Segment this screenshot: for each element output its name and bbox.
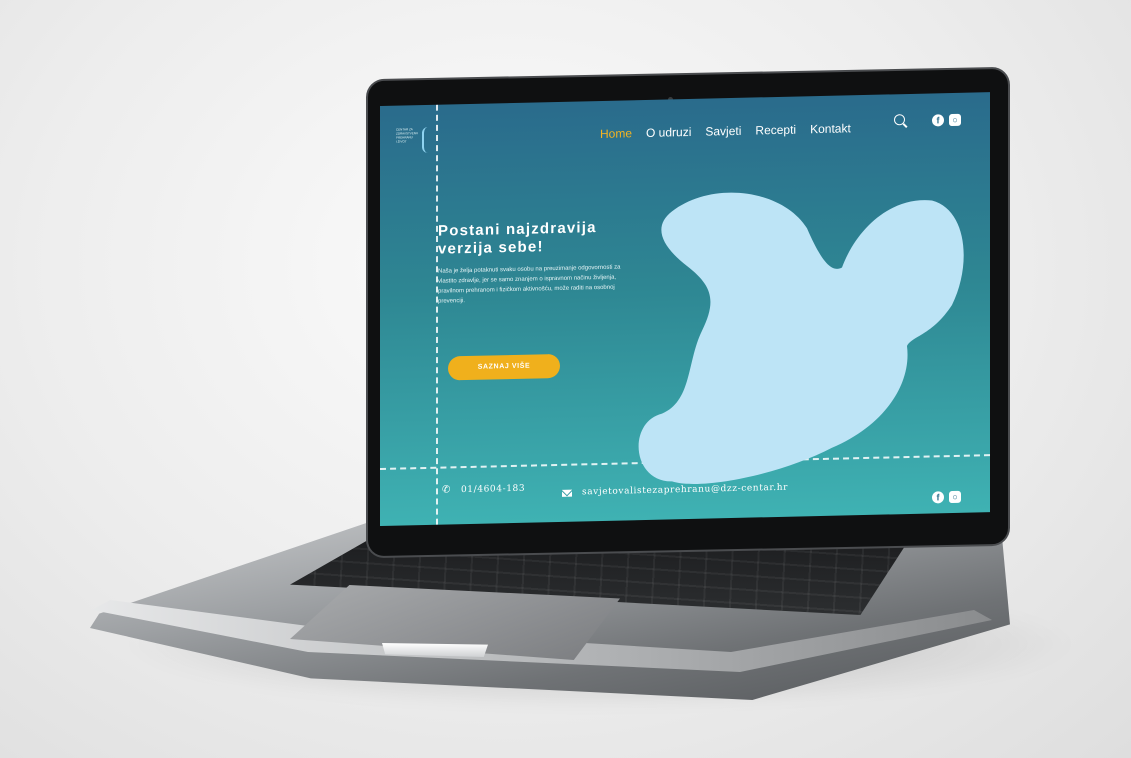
email-address: savjetovalistezaprehranu@dzz-centar.hr xyxy=(582,482,789,498)
search-icon[interactable] xyxy=(894,114,908,128)
footer-social: f ○ xyxy=(932,490,961,504)
phone-icon: ✆ xyxy=(442,484,451,496)
facebook-icon[interactable]: f xyxy=(932,491,944,504)
header-icons: f ○ xyxy=(894,113,961,129)
dashed-divider-vertical xyxy=(436,104,438,525)
nav-item-o-udruzi[interactable]: O udruzi xyxy=(646,125,691,140)
decorative-blob xyxy=(638,192,964,484)
website-screen: CENTAR ZA ZDRAVSTVENU PREHRANU I ŽIVOT H… xyxy=(380,92,990,526)
facebook-icon[interactable]: f xyxy=(932,114,944,127)
main-nav: Home O udruzi Savjeti Recepti Kontakt xyxy=(600,121,851,141)
hero-title: Postani najzdravija verzija sebe! xyxy=(438,218,638,259)
nav-item-kontakt[interactable]: Kontakt xyxy=(810,121,851,136)
hero-description: Naša je želja potaknuti svaku osobu na p… xyxy=(438,264,621,305)
blob-shape xyxy=(638,192,964,484)
logo-mark-icon xyxy=(422,126,432,154)
footer-email[interactable]: savjetovalistezaprehranu@dzz-centar.hr xyxy=(562,483,788,498)
hero-title-line-2: verzija sebe! xyxy=(438,238,544,258)
header-social: f ○ xyxy=(932,113,961,127)
phone-number: 01/4604-183 xyxy=(460,483,526,495)
nav-item-recepti[interactable]: Recepti xyxy=(755,123,796,138)
instagram-icon[interactable]: ○ xyxy=(949,113,961,127)
nav-item-home[interactable]: Home xyxy=(600,126,632,141)
nav-item-savjeti[interactable]: Savjeti xyxy=(705,124,741,139)
saznaj-vise-button[interactable]: SAZNAJ VIŠE xyxy=(448,353,560,381)
footer-phone[interactable]: ✆ 01/4604-183 xyxy=(442,483,526,496)
mail-icon xyxy=(562,489,572,497)
instagram-icon[interactable]: ○ xyxy=(949,490,961,504)
site-logo[interactable]: CENTAR ZA ZDRAVSTVENU PREHRANU I ŽIVOT xyxy=(396,126,432,154)
